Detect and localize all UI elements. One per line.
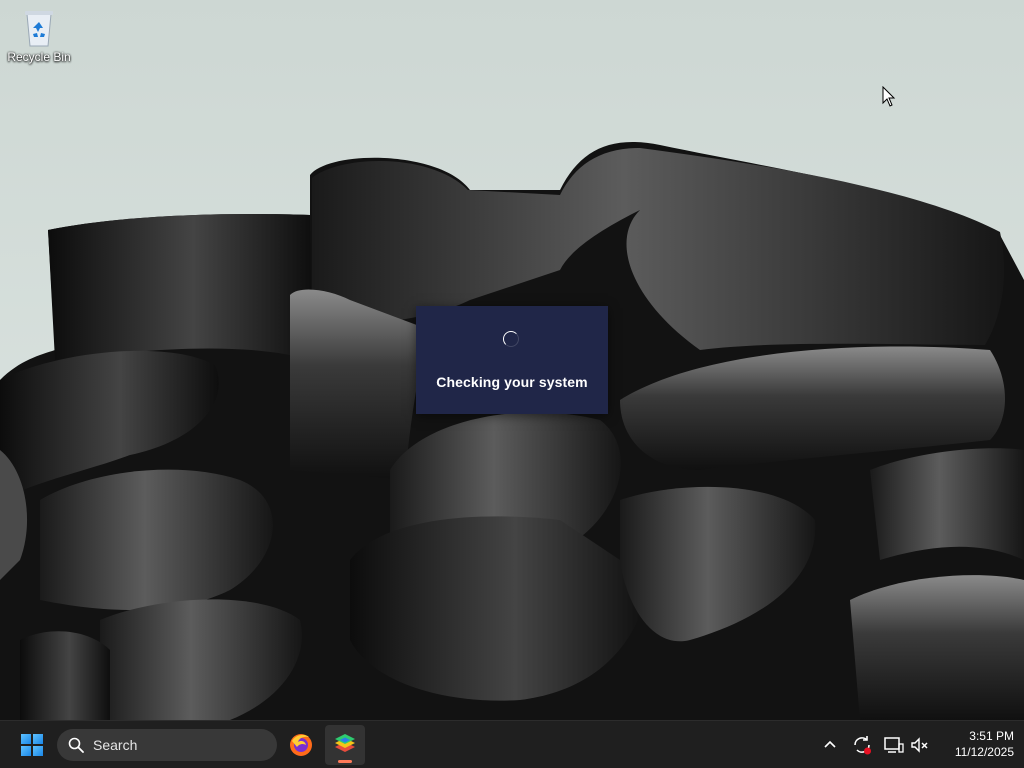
search-label: Search	[93, 737, 138, 753]
clock-date: 11/12/2025	[954, 745, 1014, 759]
firefox-icon	[290, 734, 312, 756]
loading-spinner-icon	[503, 331, 519, 347]
tray-volume[interactable]	[908, 733, 932, 757]
show-hidden-icons-button[interactable]	[818, 733, 842, 757]
dialog-message: Checking your system	[436, 374, 588, 390]
taskbar-app-bluestacks[interactable]	[325, 725, 365, 765]
windows-start-icon	[21, 734, 43, 756]
start-button[interactable]	[14, 728, 50, 762]
desktop: Recycle Bin Checking your system	[0, 0, 1024, 720]
tray-sync-status[interactable]	[850, 733, 874, 757]
tray-network[interactable]	[882, 733, 906, 757]
network-display-icon	[884, 737, 904, 753]
clock-time: 3:51 PM	[969, 729, 1014, 743]
chevron-up-icon	[824, 740, 836, 748]
search-icon	[68, 737, 84, 753]
checking-system-dialog: Checking your system	[416, 306, 608, 414]
recycle-bin-shortcut[interactable]: Recycle Bin	[4, 6, 74, 78]
bluestacks-icon	[335, 734, 355, 752]
taskbar-clock[interactable]: 3:51 PM 11/12/2025	[934, 728, 1014, 760]
taskbar: Search 3:51 PM 11/12/2025	[0, 720, 1024, 768]
taskbar-app-firefox[interactable]	[281, 725, 321, 765]
recycle-bin-label: Recycle Bin	[7, 50, 71, 64]
speaker-muted-icon	[911, 737, 928, 753]
recycle-bin-icon	[25, 11, 53, 47]
active-app-indicator	[338, 760, 352, 763]
mouse-cursor-icon	[882, 86, 896, 107]
taskbar-search-box[interactable]: Search	[57, 729, 277, 761]
sync-alert-icon	[854, 736, 871, 755]
